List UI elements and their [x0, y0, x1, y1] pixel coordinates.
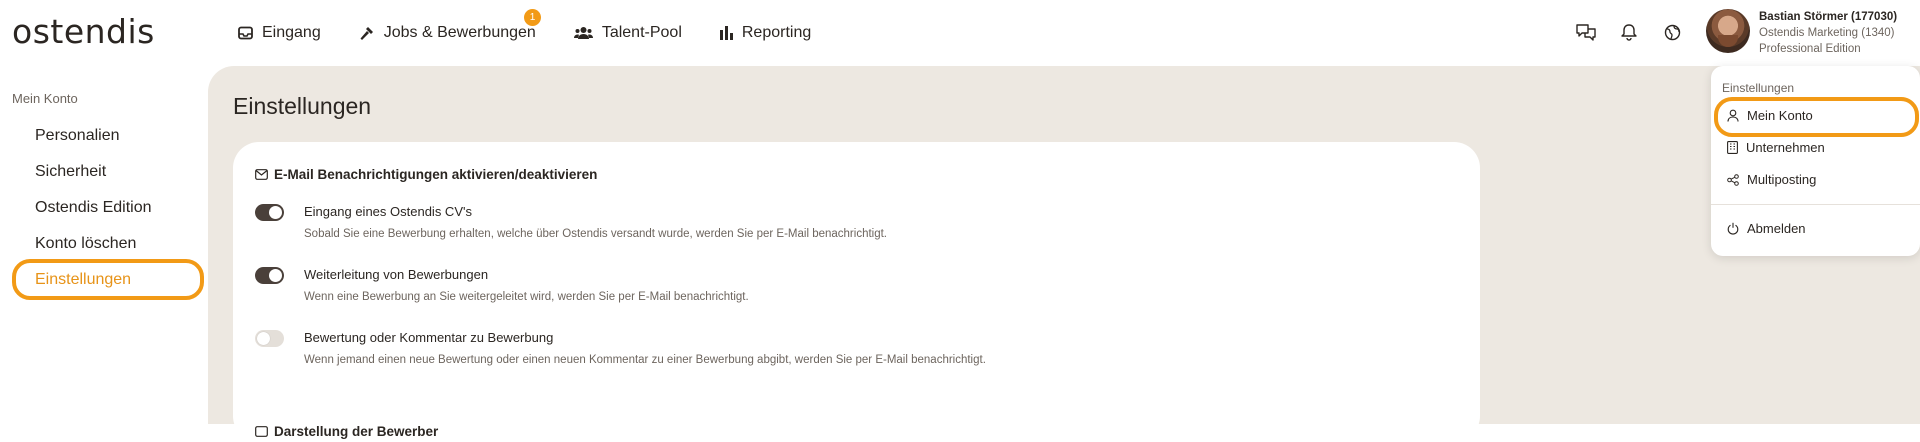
globe-icon: [1664, 24, 1680, 40]
toggle-weiterleitung[interactable]: [255, 267, 284, 284]
nav-item-talent-pool[interactable]: Talent-Pool: [573, 24, 682, 42]
toggle-ostendis-cv[interactable]: [255, 204, 284, 221]
dropdown-label-abmelden: Abmelden: [1747, 221, 1806, 236]
setting-description: Wenn jemand einen neue Bewertung oder ei…: [304, 354, 986, 366]
nav-label-reporting: Reporting: [741, 24, 812, 41]
user-info[interactable]: Bastian Störmer (177030) Ostendis Market…: [1759, 9, 1897, 57]
chat-button[interactable]: [1574, 20, 1598, 44]
dropdown-label-multiposting: Multiposting: [1747, 172, 1817, 187]
dropdown-label-unternehmen: Unternehmen: [1746, 140, 1825, 155]
sidebar-item-konto-loeschen[interactable]: Konto löschen: [35, 235, 136, 253]
setting-label: Weiterleitung von Bewerbungen: [304, 267, 489, 282]
nav-item-reporting[interactable]: Reporting: [719, 24, 812, 42]
inbox-icon: [238, 26, 253, 40]
users-icon: [573, 27, 593, 39]
sidebar-item-ostendis-edition[interactable]: Ostendis Edition: [35, 199, 152, 217]
sidebar-heading: Mein Konto: [12, 91, 78, 106]
bell-icon: [1621, 24, 1637, 41]
jobs-notification-badge: 1: [524, 9, 541, 26]
jobs-badge-wrap: 1: [524, 9, 541, 26]
setting-description: Sobald Sie eine Bewerbung erhalten, welc…: [304, 228, 887, 240]
highlight-mein-konto: [1714, 97, 1919, 137]
main-content: Einstellungen E-Mail Benachrichtigungen …: [208, 66, 1920, 442]
user-name: Bastian Störmer (177030): [1759, 11, 1898, 23]
setting-description: Wenn eine Bewerbung an Sie weitergeleite…: [304, 291, 749, 303]
highlight-einstellungen: [12, 259, 204, 300]
display-icon: [255, 426, 268, 437]
share-icon: [1727, 173, 1739, 186]
bar-chart-icon: [719, 26, 733, 40]
nav-item-eingang[interactable]: Eingang: [238, 24, 321, 42]
sidebar: Mein Konto Personalien Sicherheit Ostend…: [0, 66, 208, 424]
setting-label: Bewertung oder Kommentar zu Bewerbung: [304, 330, 554, 345]
top-icons: [1574, 20, 1703, 44]
dropdown-item-abmelden[interactable]: Abmelden: [1727, 221, 1806, 236]
avatar[interactable]: [1706, 9, 1750, 53]
dropdown-item-unternehmen[interactable]: Unternehmen: [1727, 140, 1825, 155]
section-title-text: E-Mail Benachrichtigungen aktivieren/dea…: [274, 167, 598, 182]
hammer-icon: [360, 26, 373, 40]
setting-label: Eingang eines Ostendis CV's: [304, 204, 472, 219]
nav-item-jobs[interactable]: Jobs & Bewerbungen: [359, 24, 536, 42]
toggle-bewertung[interactable]: [255, 330, 284, 347]
language-button[interactable]: [1660, 20, 1684, 44]
settings-card: E-Mail Benachrichtigungen aktivieren/dea…: [233, 142, 1480, 442]
user-company: Ostendis Marketing (1340): [1759, 27, 1895, 39]
building-icon: [1727, 141, 1738, 154]
top-bar: ostendis Eingang Jobs & Bewerbungen Tale…: [0, 0, 1920, 66]
nav-label-talent-pool: Talent-Pool: [601, 24, 682, 41]
mail-icon: [255, 169, 268, 180]
nav-label-jobs: Jobs & Bewerbungen: [383, 24, 536, 41]
ostendis-logo[interactable]: ostendis: [12, 12, 155, 51]
dropdown-heading: Einstellungen: [1722, 81, 1795, 95]
dropdown-item-multiposting[interactable]: Multiposting: [1727, 172, 1816, 187]
sidebar-item-sicherheit[interactable]: Sicherheit: [35, 163, 106, 181]
main-nav: Eingang Jobs & Bewerbungen Talent-Pool R…: [238, 0, 849, 66]
power-icon: [1727, 222, 1739, 235]
nav-label-eingang: Eingang: [262, 24, 321, 41]
notifications-button[interactable]: [1617, 20, 1641, 44]
section2-title: Darstellung der Bewerber: [255, 424, 438, 439]
section2-title-text: Darstellung der Bewerber: [274, 424, 439, 439]
account-dropdown: Einstellungen Mein Konto Unternehmen Mul…: [1711, 66, 1920, 256]
section-title: E-Mail Benachrichtigungen aktivieren/dea…: [255, 167, 597, 182]
chat-icon: [1576, 24, 1596, 41]
dropdown-divider: [1711, 204, 1920, 205]
user-edition: Professional Edition: [1759, 43, 1861, 55]
page-title: Einstellungen: [233, 93, 372, 119]
sidebar-item-personalien[interactable]: Personalien: [35, 127, 120, 145]
